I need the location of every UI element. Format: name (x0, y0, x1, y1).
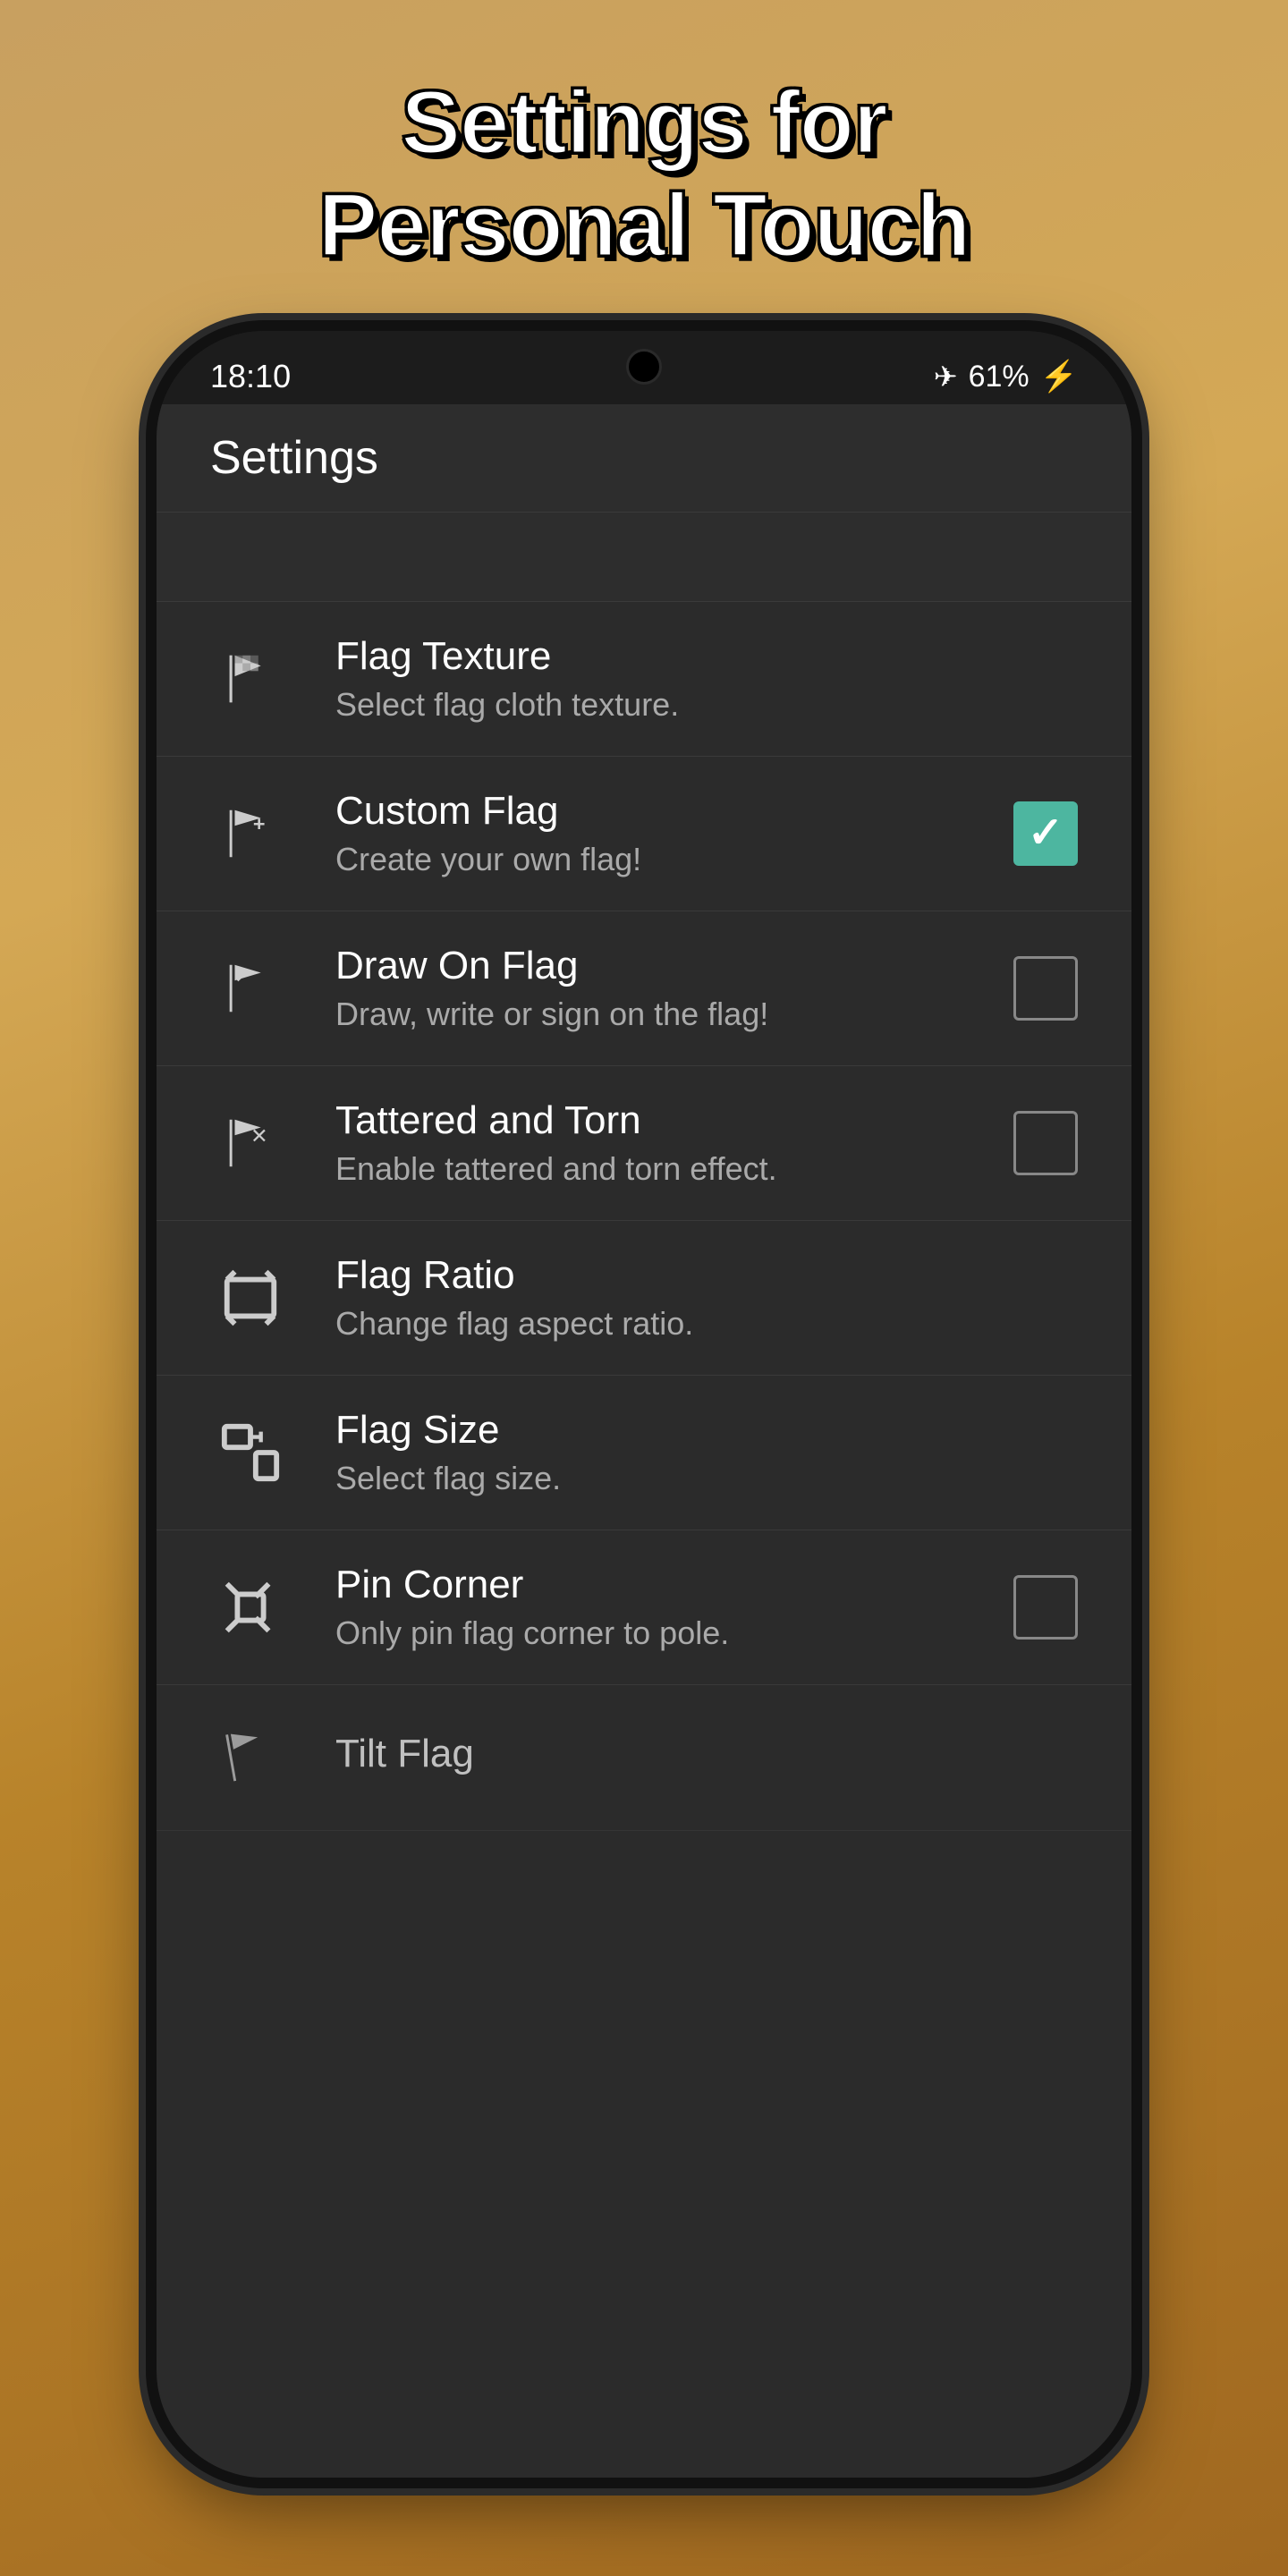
status-bar: 18:10 ✈ 61% ⚡ (157, 331, 1131, 404)
settings-item-tilt-flag[interactable]: Tilt Flag (157, 1685, 1131, 1831)
app-bar-title: Settings (210, 432, 378, 484)
draw-flag-subtitle: Draw, write or sign on the flag! (335, 996, 987, 1033)
flag-ratio-icon (210, 1258, 291, 1338)
custom-flag-control[interactable] (1013, 801, 1078, 866)
draw-flag-checkbox[interactable] (1013, 956, 1078, 1021)
flag-texture-icon (210, 639, 291, 719)
tattered-flag-icon: ✕ (210, 1103, 291, 1183)
flag-texture-title: Flag Texture (335, 634, 1078, 679)
draw-flag-title: Draw On Flag (335, 944, 987, 988)
draw-flag-text: Draw On Flag Draw, write or sign on the … (335, 944, 987, 1033)
flag-ratio-subtitle: Change flag aspect ratio. (335, 1305, 1078, 1343)
flag-size-text: Flag Size Select flag size. (335, 1408, 1078, 1497)
pin-corner-checkbox[interactable] (1013, 1575, 1078, 1640)
settings-item-tattered-torn[interactable]: ✕ Tattered and Torn Enable tattered and … (157, 1066, 1131, 1221)
custom-flag-text: Custom Flag Create your own flag! (335, 789, 987, 878)
settings-item-custom-flag[interactable]: + Custom Flag Create your own flag! (157, 757, 1131, 911)
settings-item-draw-on-flag[interactable]: Draw On Flag Draw, write or sign on the … (157, 911, 1131, 1066)
tattered-flag-title: Tattered and Torn (335, 1098, 987, 1143)
flag-ratio-text: Flag Ratio Change flag aspect ratio. (335, 1253, 1078, 1343)
tattered-flag-checkbox[interactable] (1013, 1111, 1078, 1175)
status-right: ✈ 61% ⚡ (934, 359, 1078, 394)
tattered-flag-control[interactable] (1013, 1111, 1078, 1175)
settings-list: Flag Texture Select flag cloth texture. … (157, 602, 1131, 2478)
flag-size-title: Flag Size (335, 1408, 1078, 1453)
custom-flag-icon: + (210, 793, 291, 874)
svg-text:+: + (253, 812, 266, 835)
flag-ratio-title: Flag Ratio (335, 1253, 1078, 1298)
camera-notch (626, 349, 662, 385)
tilt-flag-icon (210, 1717, 291, 1798)
tattered-flag-text: Tattered and Torn Enable tattered and to… (335, 1098, 987, 1188)
pin-corner-text: Pin Corner Only pin flag corner to pole. (335, 1563, 987, 1652)
settings-item-pin-corner[interactable]: Pin Corner Only pin flag corner to pole. (157, 1530, 1131, 1685)
pin-corner-title: Pin Corner (335, 1563, 987, 1607)
pin-corner-subtitle: Only pin flag corner to pole. (335, 1614, 987, 1652)
battery-bolt-icon: ⚡ (1040, 359, 1078, 394)
custom-flag-title: Custom Flag (335, 789, 987, 834)
page-title: Settings for Personal Touch (247, 72, 1042, 277)
airplane-icon: ✈ (934, 360, 958, 394)
app-bar: Settings (157, 404, 1131, 513)
tilt-flag-text: Tilt Flag (335, 1732, 1078, 1784)
flag-size-subtitle: Select flag size. (335, 1460, 1078, 1497)
battery-level: 61% (969, 360, 1030, 394)
pin-corner-control[interactable] (1013, 1575, 1078, 1640)
custom-flag-subtitle: Create your own flag! (335, 841, 987, 878)
tattered-flag-subtitle: Enable tattered and torn effect. (335, 1150, 987, 1188)
settings-item-flag-ratio[interactable]: Flag Ratio Change flag aspect ratio. (157, 1221, 1131, 1376)
settings-item-flag-texture[interactable]: Flag Texture Select flag cloth texture. (157, 602, 1131, 757)
pin-corner-icon (210, 1567, 291, 1648)
section-divider (157, 513, 1131, 602)
phone-frame: 18:10 ✈ 61% ⚡ Settings (157, 331, 1131, 2478)
draw-flag-icon (210, 948, 291, 1029)
flag-texture-subtitle: Select flag cloth texture. (335, 686, 1078, 724)
tilt-flag-title: Tilt Flag (335, 1732, 1078, 1776)
draw-flag-control[interactable] (1013, 956, 1078, 1021)
settings-item-flag-size[interactable]: Flag Size Select flag size. (157, 1376, 1131, 1530)
custom-flag-checkbox[interactable] (1013, 801, 1078, 866)
flag-size-icon (210, 1412, 291, 1493)
svg-text:✕: ✕ (250, 1124, 268, 1148)
flag-texture-text: Flag Texture Select flag cloth texture. (335, 634, 1078, 724)
time-display: 18:10 (210, 358, 291, 395)
